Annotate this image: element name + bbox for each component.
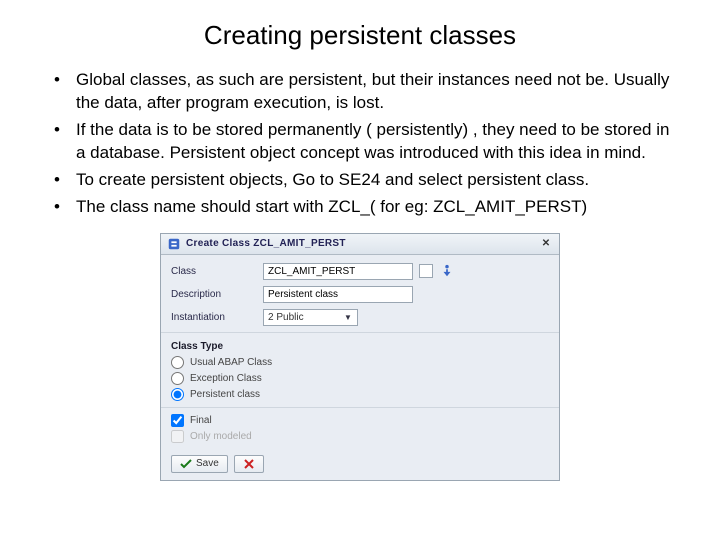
description-input[interactable] (263, 286, 413, 303)
slide: Creating persistent classes Global class… (0, 0, 720, 540)
radio-label: Persistent class (190, 389, 260, 400)
radio-input[interactable] (171, 356, 184, 369)
bullet-item: Global classes, as such are persistent, … (54, 69, 680, 115)
bullet-list: Global classes, as such are persistent, … (40, 69, 680, 219)
dialog-titlebar: Create Class ZCL_AMIT_PERST ✕ (161, 234, 559, 255)
class-input[interactable] (263, 263, 413, 280)
radio-input[interactable] (171, 388, 184, 401)
bullet-item: If the data is to be stored permanently … (54, 119, 680, 165)
radio-input[interactable] (171, 372, 184, 385)
close-icon[interactable]: ✕ (539, 238, 553, 249)
divider (161, 332, 559, 333)
description-label: Description (171, 289, 263, 300)
row-instantiation: Instantiation 2 Public ▼ (171, 309, 549, 326)
row-description: Description (171, 286, 549, 303)
bullet-item: The class name should start with ZCL_( f… (54, 196, 680, 219)
page-title: Creating persistent classes (40, 20, 680, 51)
dialog-icon (167, 237, 181, 251)
dialog-footer: Save (161, 450, 559, 480)
radio-label: Usual ABAP Class (190, 357, 272, 368)
instantiation-label: Instantiation (171, 312, 263, 323)
check-final[interactable]: Final (171, 414, 549, 427)
chevron-down-icon: ▼ (343, 313, 353, 322)
bullet-item: To create persistent objects, Go to SE24… (54, 169, 680, 192)
save-button[interactable]: Save (171, 455, 228, 473)
create-class-dialog: Create Class ZCL_AMIT_PERST ✕ Class Desc… (160, 233, 560, 481)
radio-exception[interactable]: Exception Class (171, 372, 549, 385)
dialog-title: Create Class ZCL_AMIT_PERST (186, 238, 539, 249)
checkbox-label: Final (190, 415, 212, 426)
instantiation-value: 2 Public (268, 312, 343, 323)
class-suffix-input[interactable] (419, 264, 433, 278)
check-only-modeled: Only modeled (171, 430, 549, 443)
radio-usual-abap[interactable]: Usual ABAP Class (171, 356, 549, 369)
radio-persistent[interactable]: Persistent class (171, 388, 549, 401)
divider (161, 407, 559, 408)
save-label: Save (196, 458, 219, 469)
cancel-icon (243, 458, 255, 470)
class-label: Class (171, 266, 263, 277)
cancel-button[interactable] (234, 455, 264, 473)
row-class: Class (171, 263, 549, 280)
check-icon (180, 458, 192, 470)
radio-label: Exception Class (190, 373, 262, 384)
instantiation-select[interactable]: 2 Public ▼ (263, 309, 358, 326)
checkbox-label: Only modeled (190, 431, 252, 442)
checkbox-input (171, 430, 184, 443)
checkbox-input[interactable] (171, 414, 184, 427)
dialog-body: Class Description Instantiation 2 Public… (161, 255, 559, 450)
class-type-label: Class Type (171, 341, 549, 352)
anchor-icon[interactable] (439, 263, 455, 279)
